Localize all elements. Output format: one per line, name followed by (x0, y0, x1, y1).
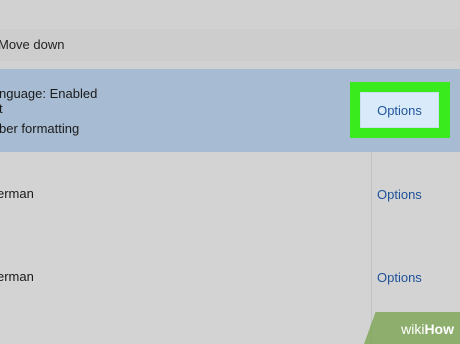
language-format-line: ber formatting (0, 121, 80, 136)
language-toolbar: Move down (0, 0, 460, 69)
watermark-text: wikiHow (401, 321, 454, 337)
language-detail-line: t (0, 101, 3, 116)
options-link-3[interactable]: Options (377, 270, 422, 285)
language-name: erman (0, 269, 34, 284)
wikihow-watermark: wikiHow (364, 312, 460, 344)
language-status-line: nguage: Enabled (0, 86, 98, 101)
options-link-2[interactable]: Options (377, 187, 422, 202)
language-name: erman (0, 186, 34, 201)
toolbar-band (0, 29, 460, 61)
options-button-selected[interactable]: Options (360, 92, 439, 128)
watermark-wiki: wiki (401, 321, 425, 337)
watermark-how: How (424, 321, 454, 337)
move-down-button[interactable]: Move down (0, 37, 64, 52)
column-divider (371, 152, 372, 344)
